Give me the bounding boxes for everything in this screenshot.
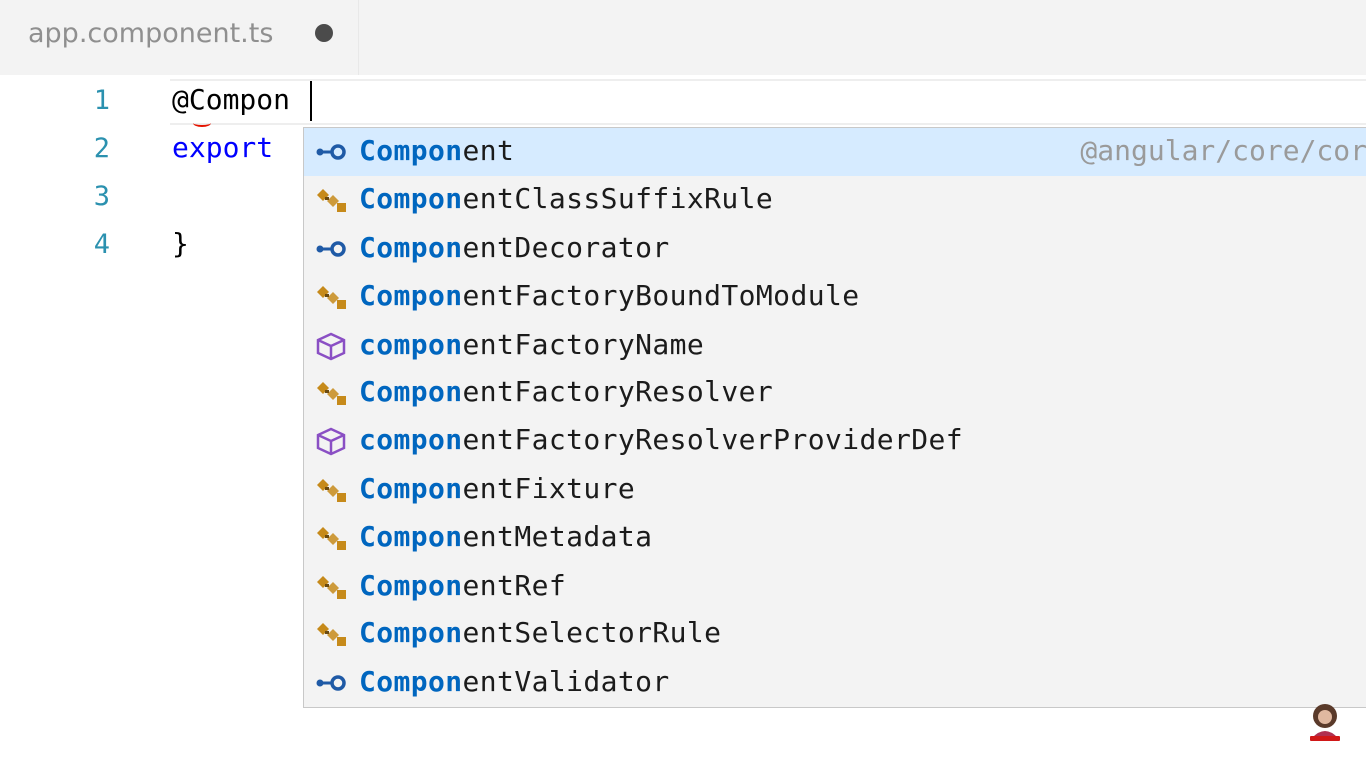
tab-app-component[interactable]: app.component.ts — [0, 0, 359, 75]
suggestion-rest: entFixture — [462, 472, 636, 505]
code-line-1[interactable]: @Compon — [172, 83, 290, 116]
suggestion-rest: entSelectorRule — [462, 616, 722, 649]
suggestion-rest: entFactoryResolver — [462, 375, 774, 408]
suggestion-match: Compon — [359, 569, 463, 602]
suggestion-rest: entDecorator — [462, 231, 670, 264]
line-number: 4 — [93, 229, 110, 260]
text-cursor — [310, 81, 312, 121]
suggestion-match: Compon — [359, 520, 463, 553]
suggestion-item[interactable]: ComponentDecorator — [304, 225, 1366, 273]
suggestion-label: Component — [359, 134, 514, 167]
class-icon — [317, 576, 346, 599]
suggestion-match: compon — [359, 328, 463, 361]
variable-icon — [316, 427, 346, 456]
suggestion-label: componentFactoryResolverProviderDef — [359, 423, 963, 456]
suggestion-rest: entFactoryName — [462, 328, 705, 361]
suggestion-label: ComponentSelectorRule — [359, 616, 721, 649]
suggestion-rest: entClassSuffixRule — [462, 182, 774, 215]
tab-title[interactable]: app.component.ts — [28, 18, 273, 49]
suggestion-label: componentFactoryName — [359, 328, 704, 361]
suggestion-item[interactable]: ComponentRef — [304, 563, 1366, 611]
suggestion-item[interactable]: ComponentMetadata — [304, 514, 1366, 562]
class-icon — [317, 623, 346, 646]
suggestion-match: Compon — [359, 231, 463, 264]
suggestion-rest: entRef — [462, 569, 567, 602]
suggestion-item[interactable]: ComponentValidator — [304, 659, 1366, 707]
suggestion-label: ComponentFactoryResolver — [359, 375, 773, 408]
interface-icon — [316, 675, 346, 691]
current-line-highlight — [170, 79, 1366, 125]
suggestion-item[interactable]: componentFactoryName — [304, 322, 1366, 370]
tab-bar: app.component.ts — [0, 0, 1366, 75]
suggestion-match: Compon — [359, 279, 463, 312]
suggestion-label: ComponentValidator — [359, 665, 670, 698]
line-number: 2 — [93, 133, 110, 164]
channel-avatar-icon[interactable] — [1306, 700, 1344, 742]
line-number: 3 — [93, 181, 110, 212]
class-icon — [317, 286, 346, 309]
code-line-2[interactable]: export — [172, 131, 273, 164]
suggestion-match: Compon — [359, 134, 463, 167]
suggestion-rest: entValidator — [462, 665, 670, 698]
line-number: 1 — [93, 85, 110, 116]
suggestion-widget[interactable]: Component @angular/core/cor ComponentClass… — [303, 127, 1366, 708]
class-icon — [317, 382, 346, 405]
suggestion-detail: @angular/core/cor — [1080, 134, 1366, 167]
suggestion-match: Compon — [359, 375, 463, 408]
suggestion-rest: entFactoryResolverProviderDef — [462, 423, 964, 456]
suggestion-match: Compon — [359, 472, 463, 505]
suggestion-rest: entFactoryBoundToModule — [462, 279, 860, 312]
suggestion-match: Compon — [359, 616, 463, 649]
suggestion-item[interactable]: ComponentFixture — [304, 466, 1366, 514]
suggestion-match: Compon — [359, 182, 463, 215]
suggestion-rest: ent — [462, 134, 515, 167]
suggestion-match: Compon — [359, 665, 463, 698]
suggestion-item[interactable]: ComponentFactoryBoundToModule — [304, 273, 1366, 321]
error-squiggle — [193, 119, 211, 127]
class-icon — [317, 527, 346, 550]
suggestion-item[interactable]: ComponentSelectorRule — [304, 610, 1366, 658]
suggestion-item[interactable]: ComponentClassSuffixRule — [304, 176, 1366, 224]
suggestion-item[interactable]: componentFactoryResolverProviderDef — [304, 417, 1366, 465]
suggestion-item[interactable]: Component @angular/core/cor — [304, 128, 1366, 176]
class-icon — [317, 189, 346, 212]
suggestion-label: ComponentRef — [359, 569, 566, 602]
suggestion-rest: entMetadata — [462, 520, 653, 553]
suggestion-label: ComponentClassSuffixRule — [359, 182, 773, 215]
interface-icon — [316, 144, 346, 160]
suggestion-match: compon — [359, 423, 463, 456]
class-icon — [317, 479, 346, 502]
suggestion-label: ComponentMetadata — [359, 520, 652, 553]
variable-icon — [316, 332, 346, 361]
suggestion-label: ComponentFixture — [359, 472, 635, 505]
suggestion-item[interactable]: ComponentFactoryResolver — [304, 369, 1366, 417]
suggestion-label: ComponentDecorator — [359, 231, 670, 264]
code-line-4[interactable]: } — [172, 227, 189, 260]
unsaved-dot-icon[interactable] — [315, 24, 333, 42]
interface-icon — [316, 241, 346, 257]
suggestion-label: ComponentFactoryBoundToModule — [359, 279, 859, 312]
